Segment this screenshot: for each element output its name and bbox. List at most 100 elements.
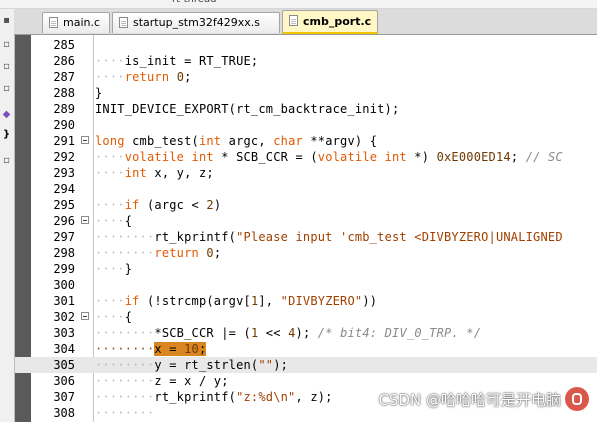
code-text: ········return 0; (95, 245, 221, 261)
code-token: )) (362, 294, 378, 308)
line-number: 285 (53, 38, 75, 52)
code-content: } (95, 86, 102, 100)
code-token: 4 (288, 326, 296, 340)
tab-label: startup_stm32f429xx.s (133, 16, 260, 29)
brace-icon[interactable]: } (1, 129, 12, 140)
code-line[interactable]: 295 ····if (argc < 2) (15, 197, 597, 213)
code-token: ) (213, 198, 222, 212)
code-token: } (95, 86, 103, 100)
code-line[interactable]: 285 (15, 37, 597, 53)
code-token: ; (184, 70, 192, 84)
indent-guide: ········ (95, 390, 155, 404)
code-content: if (argc < 2) (125, 198, 222, 212)
window-title-fragment: rt-thread (172, 0, 216, 5)
code-editor[interactable]: 285 286 ····is_init = RT_TRUE; 287 ····retur… (15, 35, 597, 422)
code-text: ········x = 10; (95, 341, 207, 357)
tab-main-c[interactable]: main.c (42, 12, 110, 33)
line-number: 296 (53, 214, 75, 228)
code-line[interactable]: 304 ········x = 10; (15, 341, 597, 357)
code-line[interactable]: 297 ········rt_kprintf("Please input 'cmb… (15, 229, 597, 245)
code-content: rt_kprintf("z:%d\n", z); (154, 390, 332, 404)
code-token: volatile int (317, 150, 407, 164)
line-number: 302 (53, 310, 75, 324)
code-line[interactable]: 291 long cmb_test(int argc, char **argv) … (15, 133, 597, 149)
code-token: rt_kprintf( (154, 390, 237, 404)
code-token: } (124, 262, 133, 276)
tab-startup-stm32f429xx-s[interactable]: startup_stm32f429xx.s (112, 12, 280, 33)
code-line[interactable]: 286 ····is_init = RT_TRUE; (15, 53, 597, 69)
toolbar-icon[interactable]: ▫ (1, 61, 12, 72)
code-line[interactable]: 293 ····int x, y, z; (15, 165, 597, 181)
indent-guide: ········ (95, 342, 155, 356)
fold-toggle-icon[interactable] (81, 216, 89, 224)
indent-guide: ···· (95, 70, 125, 84)
code-token: return (124, 70, 170, 84)
indent-guide: ···· (95, 310, 125, 324)
fold-toggle-icon[interactable] (81, 136, 89, 144)
code-text: ········*SCB_CCR |= (1 << 4); /* bit4: D… (95, 325, 481, 341)
line-number: 293 (53, 166, 75, 180)
toolbar-icon[interactable]: ▪ (1, 15, 12, 26)
watermark: CSDN @哈哈哈可是开电脑 (378, 386, 589, 412)
indent-guide: ···· (95, 166, 125, 180)
code-content: return 0; (154, 246, 221, 260)
code-line[interactable]: 298 ········return 0; (15, 245, 597, 261)
line-number: 287 (53, 70, 75, 84)
code-token: **argv) { (302, 134, 378, 148)
indent-guide: ········ (95, 230, 155, 244)
code-token: y = rt_strlen( (154, 358, 259, 372)
code-content: int x, y, z; (125, 166, 214, 180)
fold-toggle-icon[interactable] (81, 312, 89, 320)
indent-guide: ········ (95, 406, 155, 420)
code-token: /* bit4: DIV_0_TRP. */ (317, 326, 482, 340)
code-line[interactable]: 305 ········y = rt_strlen(""); (15, 357, 597, 373)
code-token: ; (198, 342, 207, 356)
code-token: int (198, 134, 222, 148)
code-token: ); (273, 358, 289, 372)
code-line[interactable]: 302 ····{ (15, 309, 597, 325)
code-text: ····if (!strcmp(argv[1], "DIVBYZERO")) (95, 293, 377, 309)
line-number: 289 (53, 102, 75, 116)
line-number: 295 (53, 198, 75, 212)
code-line[interactable]: 288} (15, 85, 597, 101)
tab-cmb-port-c[interactable]: cmb_port.c (282, 10, 378, 34)
line-number: 294 (53, 182, 75, 196)
code-line[interactable]: 289 INIT_DEVICE_EXPORT(rt_cm_backtrace_in… (15, 101, 597, 117)
code-token: rt_kprintf( (154, 230, 237, 244)
code-token: *SCB_CCR |= ( (154, 326, 251, 340)
code-token: "DIVBYZERO" (280, 294, 363, 308)
code-token: { (124, 310, 133, 324)
code-line[interactable]: 290 (15, 117, 597, 133)
code-line[interactable]: 303 ········*SCB_CCR |= (1 << 4); /* bit4… (15, 325, 597, 341)
code-token: , z); (295, 390, 333, 404)
code-token: cmb_test( (124, 134, 199, 148)
line-number: 307 (53, 390, 75, 404)
code-token: is_init = RT_TRUE; (124, 54, 259, 68)
code-line[interactable]: 299 ····} (15, 261, 597, 277)
code-content: rt_kprintf("Please input 'cmb_test <DIVB… (154, 230, 562, 244)
line-number: 286 (53, 54, 75, 68)
code-token: *) (406, 150, 437, 164)
code-line[interactable]: 294 (15, 181, 597, 197)
indent-guide: ···· (95, 214, 125, 228)
indent-guide: ········ (95, 246, 155, 260)
code-line[interactable]: 301 ····if (!strcmp(argv[1], "DIVBYZERO")… (15, 293, 597, 309)
code-line[interactable]: 300 (15, 277, 597, 293)
code-line[interactable]: 296 ····{ (15, 213, 597, 229)
file-tab-bar: main.c startup_stm32f429xx.s cmb_port.c (14, 9, 597, 35)
code-line[interactable]: 292 ····volatile int * SCB_CCR = (volatil… (15, 149, 597, 165)
code-text: ····is_init = RT_TRUE; (95, 53, 258, 69)
code-token: << (258, 326, 289, 340)
indent-guide: ···· (95, 262, 125, 276)
toolbar-icon[interactable]: ◆ (1, 109, 12, 120)
code-line[interactable]: 287 ····return 0; (15, 69, 597, 85)
code-content: z = x / y; (154, 374, 228, 388)
code-token: 10 (184, 342, 199, 356)
code-content: y = rt_strlen(""); (154, 358, 288, 372)
toolbar-icon[interactable]: ▫ (1, 83, 12, 94)
indent-guide: ········ (95, 326, 155, 340)
code-text: long cmb_test(int argc, char **argv) { (95, 133, 377, 149)
toolbar-icon[interactable]: ▫ (1, 155, 12, 166)
toolbar-icon[interactable]: ▫ (1, 39, 12, 50)
